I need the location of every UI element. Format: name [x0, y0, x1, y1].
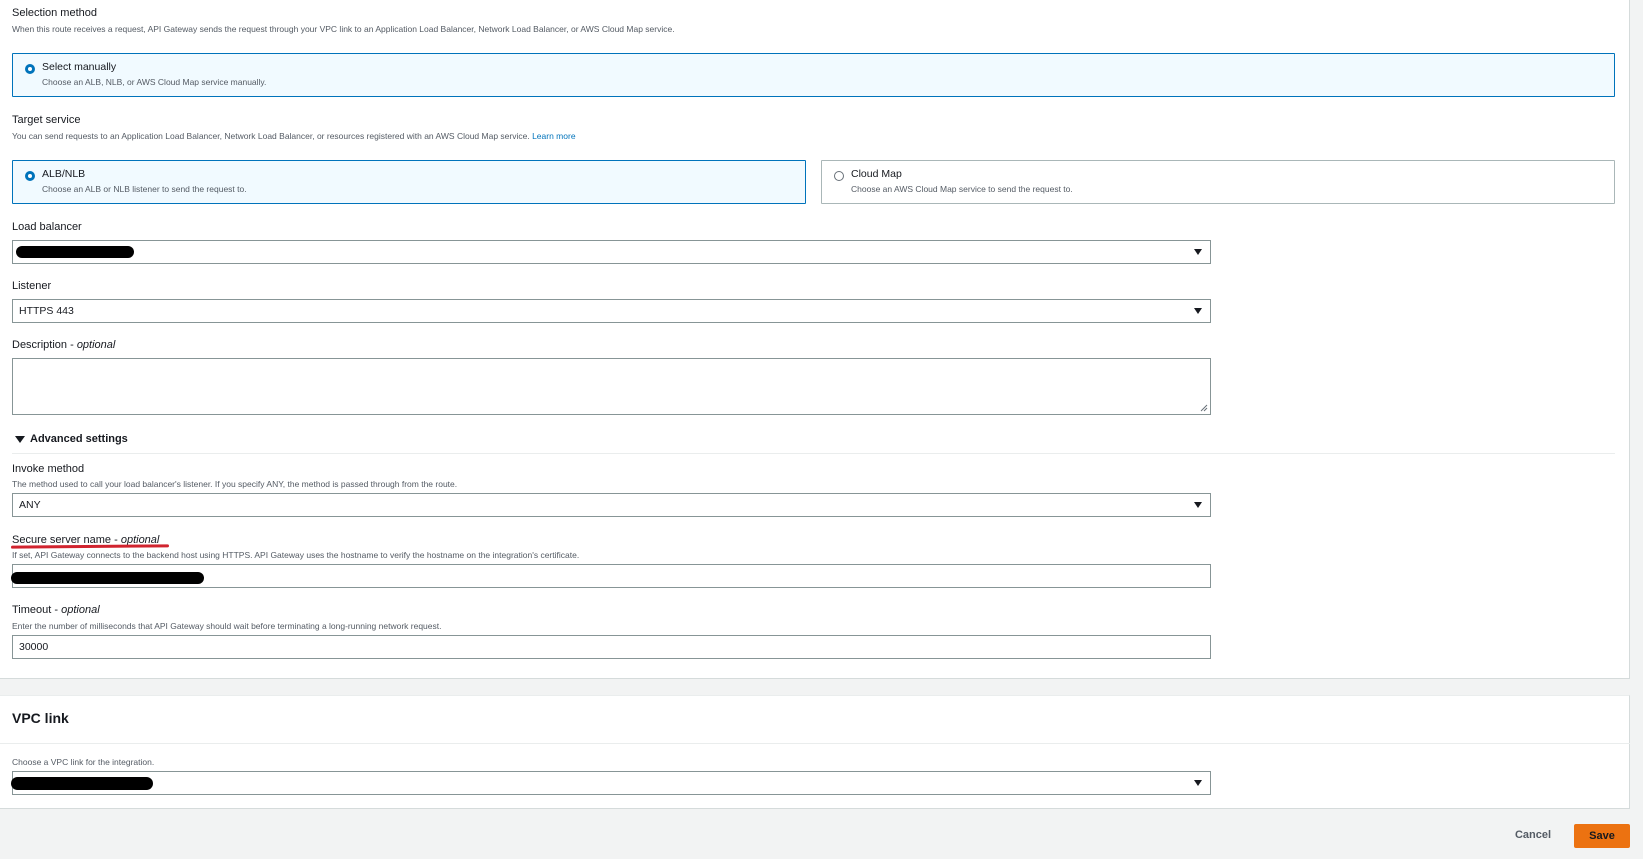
- integration-details-panel: Selection method When this route receive…: [0, 0, 1630, 679]
- resize-handle-icon[interactable]: [1200, 404, 1208, 412]
- selection-method-description: When this route receives a request, API …: [12, 24, 675, 34]
- invoke-method-label: Invoke method: [12, 463, 85, 475]
- selection-method-label: Selection method: [12, 7, 97, 19]
- target-service-label: Target service: [12, 114, 81, 126]
- cloud-map-tile[interactable]: Cloud Map Choose an AWS Cloud Map servic…: [821, 160, 1615, 204]
- cloud-map-title: Cloud Map: [851, 168, 902, 180]
- redaction-mark: [11, 777, 153, 790]
- divider: [0, 743, 1630, 744]
- cloud-map-radio[interactable]: [834, 171, 844, 181]
- invoke-method-value: ANY: [19, 499, 41, 511]
- secure-server-name-description: If set, API Gateway connects to the back…: [12, 550, 580, 560]
- invoke-method-select[interactable]: ANY: [12, 493, 1211, 517]
- cancel-button[interactable]: Cancel: [1500, 822, 1566, 848]
- load-balancer-select[interactable]: [12, 240, 1211, 264]
- vpc-link-panel: VPC link Choose a VPC link for the integ…: [0, 695, 1630, 809]
- timeout-label: Timeout - optional: [12, 604, 100, 616]
- target-service-description: You can send requests to an Application …: [12, 131, 576, 141]
- cloud-map-description: Choose an AWS Cloud Map service to send …: [851, 184, 1073, 194]
- caret-down-icon: [15, 435, 25, 443]
- alb-nlb-tile[interactable]: ALB/NLB Choose an ALB or NLB listener to…: [12, 160, 806, 204]
- chevron-down-icon: [1194, 780, 1202, 786]
- listener-value: HTTPS 443: [19, 305, 74, 317]
- alb-nlb-radio[interactable]: [25, 171, 35, 181]
- timeout-label-text: Timeout: [12, 604, 52, 616]
- select-manually-title: Select manually: [42, 61, 117, 73]
- secure-server-name-input[interactable]: [11, 564, 1211, 588]
- learn-more-link[interactable]: Learn more: [532, 131, 575, 141]
- timeout-input[interactable]: 30000: [12, 635, 1211, 659]
- vpc-link-description: Choose a VPC link for the integration.: [12, 757, 155, 767]
- listener-label: Listener: [12, 280, 52, 292]
- advanced-settings-label: Advanced settings: [30, 433, 128, 445]
- invoke-method-description: The method used to call your load balanc…: [12, 479, 458, 489]
- select-manually-description: Choose an ALB, NLB, or AWS Cloud Map ser…: [42, 77, 267, 87]
- chevron-down-icon: [1194, 502, 1202, 508]
- vpc-link-select[interactable]: [11, 771, 1211, 795]
- divider: [12, 453, 1615, 454]
- timeout-description: Enter the number of milliseconds that AP…: [12, 621, 442, 631]
- select-manually-radio[interactable]: [25, 64, 35, 74]
- advanced-settings-toggle[interactable]: Advanced settings: [15, 433, 128, 445]
- chevron-down-icon: [1194, 249, 1202, 255]
- description-label: Description - optional: [12, 339, 116, 351]
- optional-tag: optional: [76, 339, 116, 351]
- vpc-link-title: VPC link: [12, 710, 69, 726]
- target-service-description-text: You can send requests to an Application …: [12, 131, 530, 141]
- save-button[interactable]: Save: [1574, 824, 1630, 848]
- description-label-text: Description: [12, 339, 68, 351]
- redaction-mark: [11, 572, 204, 584]
- select-manually-tile[interactable]: Select manually Choose an ALB, NLB, or A…: [12, 53, 1615, 97]
- chevron-down-icon: [1194, 308, 1202, 314]
- annotation-underline: [10, 544, 170, 549]
- alb-nlb-title: ALB/NLB: [42, 168, 86, 180]
- alb-nlb-description: Choose an ALB or NLB listener to send th…: [42, 184, 247, 194]
- timeout-value: 30000: [19, 641, 49, 653]
- optional-tag: optional: [61, 604, 100, 616]
- listener-select[interactable]: HTTPS 443: [12, 299, 1211, 323]
- description-textarea[interactable]: [12, 358, 1211, 415]
- redaction-mark: [16, 246, 134, 258]
- load-balancer-label: Load balancer: [12, 221, 82, 233]
